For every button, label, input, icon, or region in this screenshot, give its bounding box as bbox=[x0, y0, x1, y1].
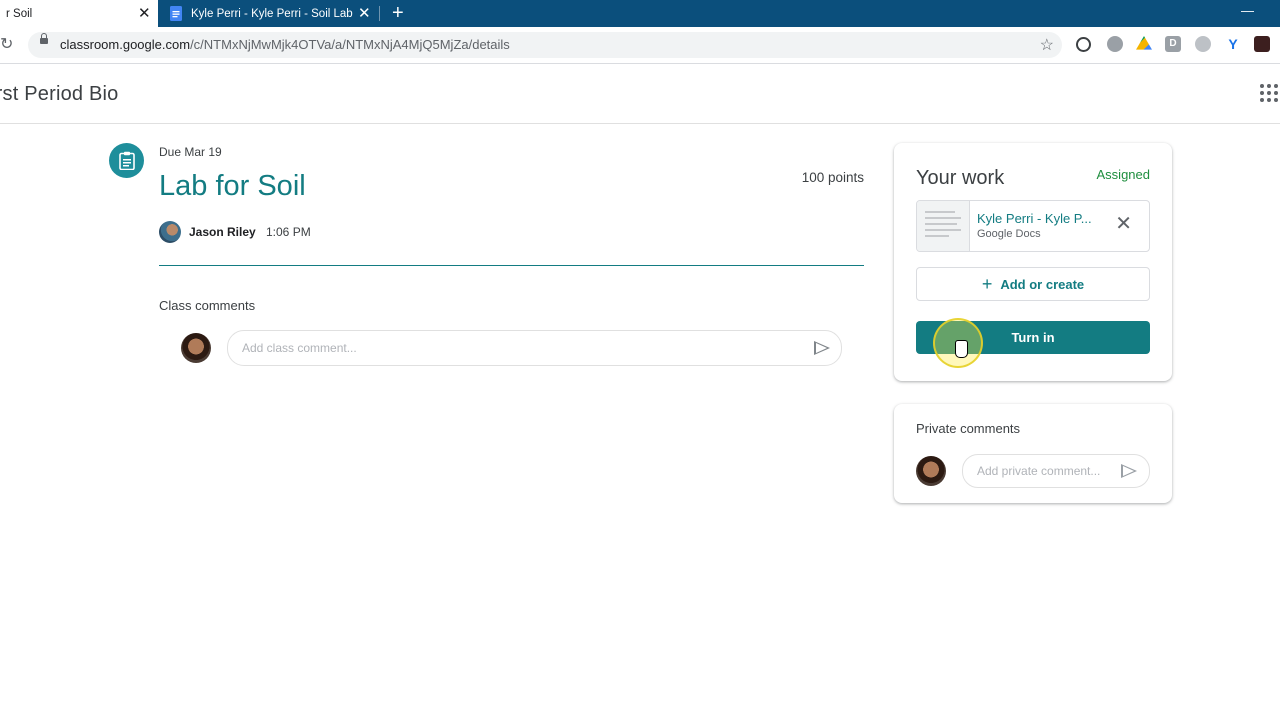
reload-icon[interactable]: ↻ bbox=[0, 34, 13, 54]
private-comment-input[interactable]: Add private comment... bbox=[962, 454, 1150, 488]
extension-y-icon[interactable]: Y bbox=[1225, 36, 1241, 52]
browser-tab-strip: r Soil ✕ Kyle Perri - Kyle Perri - Soil … bbox=[0, 0, 1280, 27]
class-comments-label: Class comments bbox=[159, 298, 256, 313]
user-avatar bbox=[916, 456, 946, 486]
private-comment-placeholder: Add private comment... bbox=[977, 464, 1101, 478]
browser-toolbar: ↻ classroom.google.com/c/NTMxNjMwMjk4OTV… bbox=[0, 27, 1280, 64]
extension-chat-icon[interactable] bbox=[1107, 36, 1123, 52]
user-avatar bbox=[181, 333, 211, 363]
your-work-title: Your work bbox=[916, 167, 1005, 189]
clipboard-icon bbox=[118, 151, 135, 170]
assignment-icon bbox=[109, 143, 144, 178]
document-thumbnail bbox=[917, 201, 970, 251]
class-title[interactable]: irst Period Bio bbox=[0, 83, 119, 106]
url-text: classroom.google.com/c/NTMxNjMwMjk4OTVa/… bbox=[60, 37, 510, 52]
tab-title: Kyle Perri - Kyle Perri - Soil Lab R bbox=[191, 7, 353, 20]
hand-cursor-icon bbox=[955, 340, 968, 358]
extension-screencast-icon[interactable] bbox=[1254, 36, 1270, 52]
attachment-card[interactable]: Kyle Perri - Kyle P... Google Docs ✕ bbox=[916, 200, 1150, 252]
attachment-title[interactable]: Kyle Perri - Kyle P... bbox=[977, 211, 1099, 226]
author-name: Jason Riley bbox=[189, 225, 256, 239]
tab-close-icon[interactable]: ✕ bbox=[358, 6, 371, 21]
google-drive-icon[interactable] bbox=[1136, 36, 1152, 50]
new-tab-button[interactable]: + bbox=[392, 2, 404, 24]
lock-icon bbox=[40, 33, 48, 44]
classroom-header: irst Period Bio bbox=[0, 64, 1280, 124]
assignment-title: Lab for Soil bbox=[159, 170, 306, 202]
extension-d-icon[interactable]: D bbox=[1165, 36, 1181, 52]
attachment-type: Google Docs bbox=[977, 228, 1041, 240]
address-bar[interactable]: classroom.google.com/c/NTMxNjMwMjk4OTVa/… bbox=[28, 32, 1062, 58]
tab-classroom[interactable]: r Soil ✕ bbox=[0, 0, 158, 27]
assignment-points: 100 points bbox=[801, 170, 864, 185]
google-docs-icon bbox=[170, 6, 182, 21]
author-avatar bbox=[159, 221, 181, 243]
private-comments-card: Private comments Add private comment... bbox=[894, 404, 1172, 503]
extension-timer-icon[interactable] bbox=[1076, 37, 1091, 52]
bookmark-star-icon[interactable]: ☆ bbox=[1040, 35, 1054, 55]
tab-google-doc[interactable]: Kyle Perri - Kyle Perri - Soil Lab R ✕ bbox=[160, 0, 378, 27]
class-comment-input[interactable]: Add class comment... bbox=[227, 330, 842, 366]
post-time: 1:06 PM bbox=[266, 225, 311, 239]
tab-divider bbox=[379, 6, 380, 21]
due-date: Due Mar 19 bbox=[159, 145, 222, 159]
tab-close-icon[interactable]: ✕ bbox=[138, 6, 151, 21]
send-icon[interactable] bbox=[1121, 464, 1137, 478]
status-badge: Assigned bbox=[1096, 167, 1150, 182]
url-path: /c/NTMxNjMwMjk4OTVa/a/NTMxNjA4MjQ5MjZa/d… bbox=[190, 37, 510, 52]
send-icon[interactable] bbox=[814, 341, 830, 355]
private-comments-title: Private comments bbox=[916, 421, 1021, 436]
plus-icon: + bbox=[981, 273, 993, 294]
url-host: classroom.google.com bbox=[60, 37, 191, 52]
section-divider bbox=[159, 265, 864, 266]
add-or-create-button[interactable]: + Add or create bbox=[916, 267, 1150, 301]
minimize-button[interactable]: — bbox=[1241, 3, 1254, 18]
comment-placeholder: Add class comment... bbox=[242, 341, 357, 355]
add-or-create-label: Add or create bbox=[1000, 276, 1085, 292]
remove-attachment-icon[interactable]: ✕ bbox=[1115, 214, 1132, 234]
extension-circle-icon[interactable] bbox=[1195, 36, 1211, 52]
google-apps-icon[interactable] bbox=[1260, 84, 1278, 102]
tab-title: r Soil bbox=[6, 7, 33, 20]
